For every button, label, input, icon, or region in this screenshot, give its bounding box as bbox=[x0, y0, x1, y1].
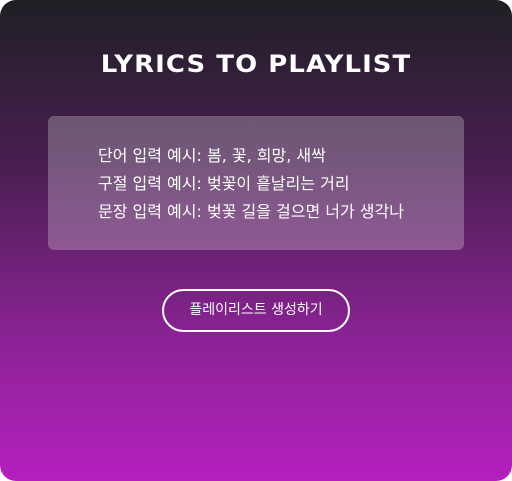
word-example: 단어 입력 예시: 봄, 꽃, 희망, 새싹 bbox=[98, 146, 326, 165]
phrase-example: 구절 입력 예시: 벚꽃이 흩날리는 거리 bbox=[98, 174, 350, 193]
sentence-example: 문장 입력 예시: 벚꽃 길을 걸으면 너가 생각나 bbox=[98, 202, 404, 221]
example-input-box: 단어 입력 예시: 봄, 꽃, 희망, 새싹 구절 입력 예시: 벚꽃이 흩날리… bbox=[48, 116, 464, 250]
main-card: LYRICS TO PLAYLIST 단어 입력 예시: 봄, 꽃, 희망, 새… bbox=[0, 0, 512, 481]
generate-playlist-button[interactable]: 플레이리스트 생성하기 bbox=[162, 289, 350, 332]
page-title: LYRICS TO PLAYLIST bbox=[100, 50, 412, 78]
